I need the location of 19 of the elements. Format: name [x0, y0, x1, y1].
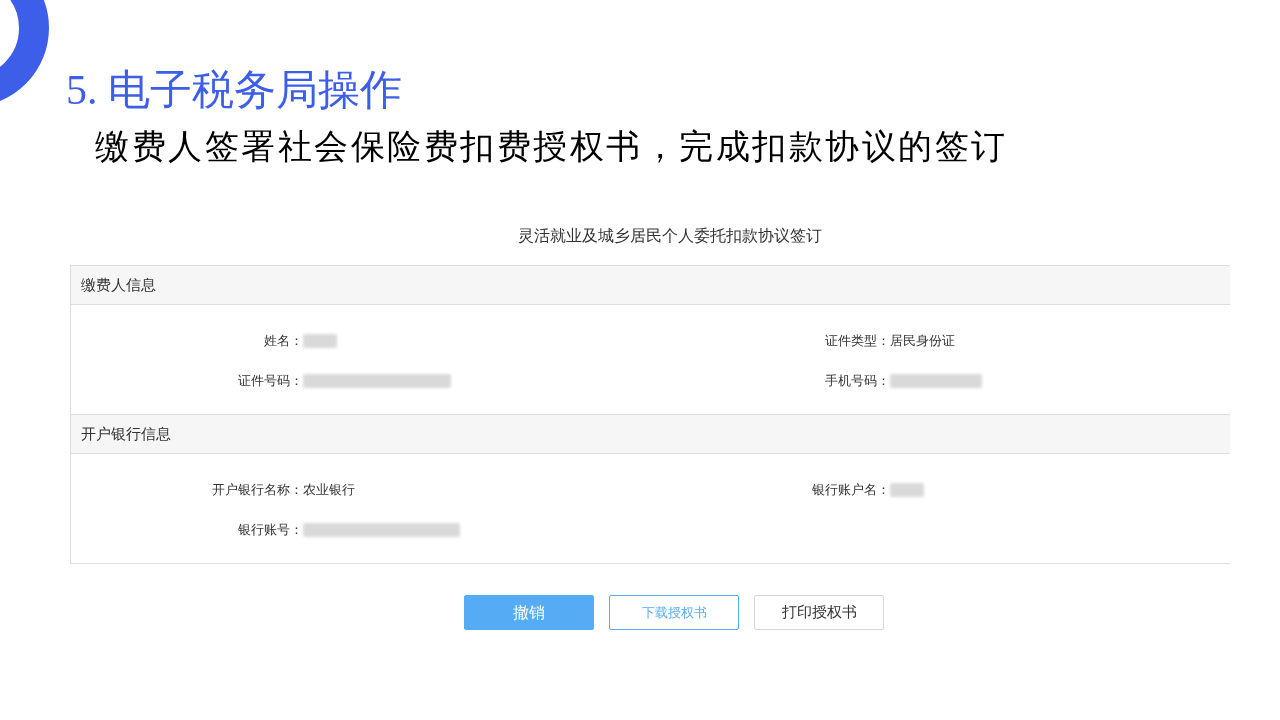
blurred-value: [303, 334, 337, 348]
field-label: 证件类型：: [824, 332, 890, 350]
field-value: 农业银行: [303, 481, 355, 499]
field-label: 姓名：: [264, 332, 303, 350]
field-label: 银行账户名：: [811, 481, 890, 499]
field-label: 证件号码：: [238, 372, 303, 390]
field-label: 银行账号：: [238, 521, 303, 539]
field-label: 开户银行名称：: [212, 481, 303, 499]
slide-heading: 5. 电子税务局操作: [66, 66, 402, 115]
field-label: 手机号码：: [824, 372, 890, 390]
action-button[interactable]: 撤销: [464, 595, 594, 630]
blurred-value: [889, 483, 924, 497]
slide-subheading: 缴费人签署社会保险费扣费授权书，完成扣款协议的签订: [95, 127, 1008, 167]
field-value: 居民身份证: [889, 332, 955, 350]
action-button[interactable]: 打印授权书: [754, 595, 884, 630]
section-title: 缴费人信息: [81, 274, 156, 295]
form-title: 灵活就业及城乡居民个人委托扣款协议签订: [518, 226, 822, 246]
section-title: 开户银行信息: [81, 423, 171, 444]
action-button[interactable]: 下载授权书: [609, 595, 739, 630]
